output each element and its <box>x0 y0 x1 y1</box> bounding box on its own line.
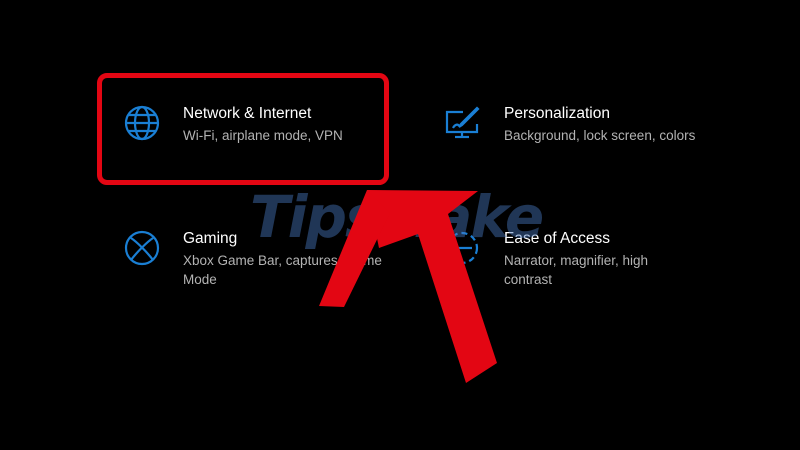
globe-icon <box>123 104 161 142</box>
tile-description: Narrator, magnifier, high contrast <box>504 253 649 287</box>
tile-description: Xbox Game Bar, captures, Game Mode <box>183 253 382 287</box>
tile-title: Gaming <box>183 230 238 247</box>
red-arrow-annotation <box>319 190 497 383</box>
tile-title: Personalization <box>504 105 610 122</box>
tile-personalization[interactable]: Personalization Background, lock screen,… <box>443 104 743 145</box>
tile-title: Network & Internet <box>183 105 312 122</box>
tile-description: Wi-Fi, airplane mode, VPN <box>183 128 343 143</box>
paint-monitor-icon <box>443 104 481 142</box>
tile-gaming[interactable]: Gaming Xbox Game Bar, captures, Game Mod… <box>123 229 382 289</box>
tile-ease-of-access[interactable]: Ease of Access Narrator, magnifier, high… <box>443 229 673 289</box>
tile-title: Ease of Access <box>504 230 610 247</box>
ease-of-access-icon <box>443 229 481 267</box>
xbox-icon <box>123 229 161 267</box>
tile-description: Background, lock screen, colors <box>504 128 696 143</box>
tile-network-internet[interactable]: Network & Internet Wi-Fi, airplane mode,… <box>123 104 383 145</box>
